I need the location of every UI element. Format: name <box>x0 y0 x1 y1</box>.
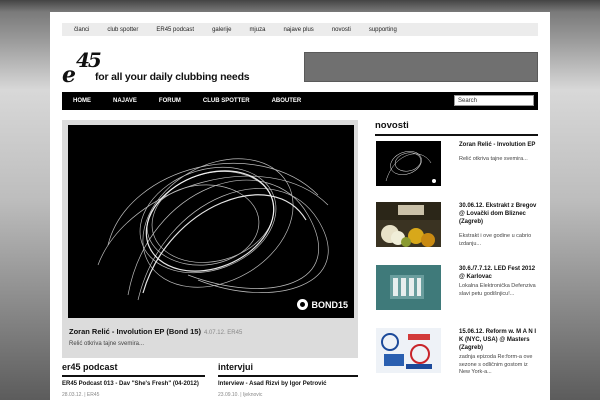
intervju-item-title[interactable]: Interview - Asad Rizvi by Igor Petrović <box>218 381 326 387</box>
news-item[interactable]: 15.06.12. Reform w. M A N I K (NYC, USA)… <box>375 328 538 386</box>
featured-title[interactable]: Zoran Relić - Involution EP (Bond 15) 4.0… <box>69 327 242 336</box>
news-text: Ekstrakt i ove godine u cabrio izdanju..… <box>459 233 532 247</box>
top-nav-podcast[interactable]: ER45 podcast <box>156 27 194 33</box>
podcast-rule <box>62 375 205 377</box>
intervju-item-meta: 23.09.10. | Ijeknovic <box>218 392 263 398</box>
nav-forum[interactable]: FORUM <box>148 98 192 104</box>
bond15-label: BOND15 <box>311 299 348 310</box>
news-title[interactable]: 30.6./7.7.12. LED Fest 2012 @ Karlovac <box>459 265 539 281</box>
featured-date: 4.07.12. ER45 <box>203 330 243 336</box>
intervju-heading: intervjui <box>218 362 254 372</box>
news-item[interactable]: 30.6./7.7.12. LED Fest 2012 @ Karlovac L… <box>375 265 538 323</box>
podcast-item-title[interactable]: ER45 Podcast 013 - Dav "She's Fresh" (04… <box>62 381 199 387</box>
page-container: članci club spotter ER45 podcast galerij… <box>50 12 550 400</box>
logo-45: 45 <box>76 48 102 72</box>
news-title[interactable]: Zoran Relić - Involution EP <box>459 141 539 149</box>
news-rule <box>375 134 538 136</box>
podcast-heading: er45 podcast <box>62 362 118 372</box>
reform-thumb <box>376 328 441 373</box>
header-banner[interactable] <box>304 52 538 82</box>
top-nav-supporting[interactable]: supporting <box>369 27 397 33</box>
nav-club-spotter[interactable]: CLUB SPOTTER <box>192 98 261 104</box>
nav-abouter[interactable]: ABOUTER <box>261 98 313 104</box>
news-heading: novosti <box>375 120 409 131</box>
news-thumb-4[interactable] <box>376 328 441 373</box>
swirl-artwork <box>68 125 354 318</box>
top-nav-novosti[interactable]: novosti <box>332 27 351 33</box>
news-text: zadnja epizoda Re:form-a ove sezone s od… <box>459 354 533 375</box>
top-nav-club-spotter[interactable]: club spotter <box>107 27 138 33</box>
intervju-rule <box>218 375 358 377</box>
featured-excerpt: Relić otkriva tajne svemira... <box>69 341 145 347</box>
news-text: Relić otkriva tajne svemira... <box>459 156 528 162</box>
featured-post[interactable]: BOND15 Zoran Relić - Involution EP (Bond… <box>62 120 358 358</box>
top-nav: članci club spotter ER45 podcast galerij… <box>62 23 538 36</box>
flowers-thumb <box>376 202 441 247</box>
featured-title-text[interactable]: Zoran Relić - Involution EP (Bond 15) <box>69 327 201 336</box>
news-text: Lokalna Elektronička Defenziva slavi pet… <box>459 283 536 297</box>
top-nav-najave-plus[interactable]: najave plus <box>283 27 313 33</box>
news-item[interactable]: Zoran Relić - Involution EP Relić otkriv… <box>375 141 538 199</box>
site-tagline: for all your daily clubbing needs <box>95 71 250 83</box>
bond-circle-icon <box>297 299 309 310</box>
nav-najave[interactable]: NAJAVE <box>102 98 148 104</box>
news-thumb-1[interactable] <box>376 141 441 186</box>
site-logo[interactable]: e 45 for all your daily clubbing needs <box>62 48 302 88</box>
nav-home[interactable]: HOME <box>62 98 102 104</box>
swirl-thumb <box>376 141 441 186</box>
featured-image[interactable]: BOND15 <box>68 125 354 318</box>
news-thumb-3[interactable] <box>376 265 441 310</box>
main-nav: HOME NAJAVE FORUM CLUB SPOTTER ABOUTER S… <box>62 92 538 110</box>
led-fest-thumb <box>376 265 441 310</box>
news-title[interactable]: 15.06.12. Reform w. M A N I K (NYC, USA)… <box>459 328 539 352</box>
search-input[interactable]: Search <box>454 95 534 106</box>
podcast-item-meta: 28.03.12. | ER45 <box>62 392 100 398</box>
news-title[interactable]: 30.06.12. Ekstrakt z Bregov @ Lovački do… <box>459 202 539 226</box>
news-item[interactable]: 30.06.12. Ekstrakt z Bregov @ Lovački do… <box>375 202 538 260</box>
news-thumb-2[interactable] <box>376 202 441 247</box>
top-nav-clanci[interactable]: članci <box>74 27 89 33</box>
top-nav-mjuza[interactable]: mjuza <box>249 27 265 33</box>
bond15-badge: BOND15 <box>297 299 348 310</box>
top-nav-galerije[interactable]: galerije <box>212 27 231 33</box>
logo-e: e <box>62 62 76 88</box>
